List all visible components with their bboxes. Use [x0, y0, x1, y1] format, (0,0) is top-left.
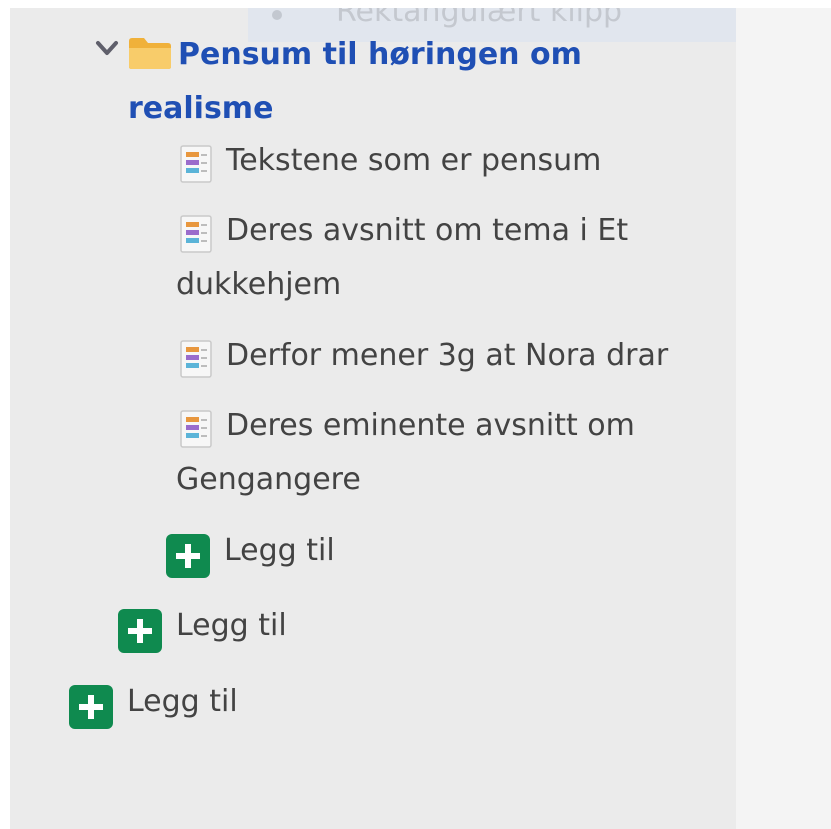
document-link-tekstene[interactable]: Tekstene som er pensum: [176, 134, 721, 188]
folder-title-link[interactable]: Pensum til høringen om realisme: [128, 28, 688, 136]
plus-icon: [69, 685, 113, 729]
add-item-label: Legg til: [224, 533, 335, 568]
plus-icon: [118, 609, 162, 653]
content-pane: [736, 8, 831, 829]
add-item-label: Legg til: [127, 684, 238, 719]
document-link-dukkehjem[interactable]: Deres avsnitt om tema i Et dukkehjem: [176, 204, 721, 312]
document-link-gengangere[interactable]: Deres eminente avsnitt om Gengangere: [176, 399, 721, 507]
document-link-nora[interactable]: Derfor mener 3g at Nora drar: [176, 329, 721, 383]
chevron-down-icon[interactable]: [94, 39, 120, 59]
drag-handle-icon: [272, 10, 282, 20]
previous-item-label: Rektangulært klipp: [336, 8, 623, 29]
tree-panel: Rektangulært klipp Pensum til høringen o…: [10, 8, 746, 829]
add-item-label: Legg til: [176, 608, 287, 643]
plus-icon: [166, 534, 210, 578]
